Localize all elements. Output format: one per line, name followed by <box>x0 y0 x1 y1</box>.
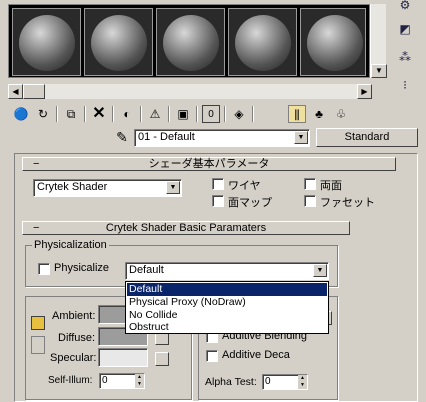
put-to-library-icon[interactable]: ⚠ <box>146 105 164 123</box>
physicalize-label: Physicalize <box>54 262 110 274</box>
show-map-icon[interactable]: ◈ <box>230 105 248 123</box>
material-toolbar: 🔵 ↻ ⧉ ✕ ◐ ⚠ ▣ 0 ◈ ⫼ ♣ ♧ <box>8 103 418 125</box>
collapse-minus-icon: − <box>33 158 40 170</box>
dropdown-option[interactable]: Obstruct <box>127 321 327 334</box>
chevron-down-icon[interactable]: ▼ <box>294 131 308 144</box>
scroll-thumb[interactable] <box>23 84 45 99</box>
slots-horizontal-scrollbar[interactable]: ◀ ▶ <box>8 84 372 99</box>
faceted-checkbox[interactable] <box>304 195 316 207</box>
additive-decal-label: Additive Deca <box>222 349 290 361</box>
toolbar-separator <box>168 106 170 122</box>
show-end-result-icon[interactable]: ⫼ <box>288 105 306 123</box>
dropdown-option[interactable]: Default <box>127 283 327 296</box>
face-map-label: 面マップ <box>228 197 272 209</box>
self-illum-label: Self-Illum: <box>48 375 93 386</box>
go-to-parent-icon[interactable]: ♣ <box>310 105 328 123</box>
scroll-down-arrow-icon[interactable]: ▼ <box>371 64 387 78</box>
scroll-left-arrow-icon[interactable]: ◀ <box>8 84 23 99</box>
shader-type-dropdown[interactable]: Crytek Shader ▼ <box>33 179 182 197</box>
sample-slot-4[interactable] <box>228 8 297 76</box>
toolbar-separator <box>84 106 86 122</box>
ambient-label: Ambient: <box>52 310 96 322</box>
material-name-combo[interactable]: 01 - Default ▼ <box>134 129 310 147</box>
slots-vertical-scrollbar[interactable]: ▼ <box>370 4 387 78</box>
alpha-test-value: 0 <box>265 376 271 387</box>
backlight-icon[interactable]: ◩ <box>396 20 414 38</box>
toolbar-separator <box>252 106 254 122</box>
alpha-test-spinner[interactable]: 0 ▲ ▼ <box>262 374 308 390</box>
collapse-minus-icon: − <box>33 222 40 234</box>
toolbar-separator <box>224 106 226 122</box>
crytek-basic-title: Crytek Shader Basic Paramaters <box>105 222 267 234</box>
lock-ambient-diffuse-icon[interactable] <box>31 316 45 330</box>
physicalization-dropdown-list: Default Physical Proxy (NoDraw) No Colli… <box>125 281 329 334</box>
specular-map-button[interactable] <box>155 352 169 366</box>
sample-sphere <box>163 15 219 71</box>
specular-color-swatch[interactable] <box>98 348 148 367</box>
sample-sphere <box>91 15 147 71</box>
physicalization-group-title: Physicalization <box>32 239 109 251</box>
sample-sphere <box>307 15 363 71</box>
background-icon[interactable]: ⁂ <box>396 48 414 66</box>
material-effects-channel-icon[interactable]: 0 <box>202 105 220 123</box>
toolbar-separator <box>196 106 198 122</box>
sample-sphere <box>235 15 291 71</box>
two-sided-label: 両面 <box>320 180 342 192</box>
wire-label: ワイヤ <box>228 180 261 192</box>
material-name-text: 01 - Default <box>138 131 195 143</box>
uv-tiling-icon[interactable]: ⁝ <box>396 76 414 94</box>
sample-type-icon[interactable]: ⚙ <box>396 0 414 14</box>
material-type-button[interactable]: Standard <box>316 128 418 147</box>
crytek-basic-rollout-header[interactable]: − Crytek Shader Basic Paramaters <box>22 221 350 235</box>
self-illum-spinner[interactable]: 0 ▲ ▼ <box>99 373 145 389</box>
shader-basic-rollout-header[interactable]: − シェーダ基本パラメータ <box>22 157 396 171</box>
sample-slot-1[interactable] <box>12 8 81 76</box>
physicalization-selected: Default <box>129 264 164 276</box>
two-sided-checkbox[interactable] <box>304 178 316 190</box>
sample-slot-2[interactable] <box>84 8 153 76</box>
sample-slot-5[interactable] <box>300 8 366 76</box>
shader-basic-title: シェーダ基本パラメータ <box>148 158 270 170</box>
wire-checkbox[interactable] <box>212 178 224 190</box>
spinner-arrows-icon[interactable]: ▲ ▼ <box>298 375 307 389</box>
face-map-checkbox[interactable] <box>212 195 224 207</box>
lock-diffuse-specular-icon[interactable] <box>31 336 45 354</box>
physicalize-checkbox[interactable] <box>38 263 50 275</box>
physicalization-dropdown[interactable]: Default ▼ <box>125 262 329 280</box>
make-unique-icon[interactable]: ◐ <box>118 105 136 123</box>
sample-slot-strip <box>8 4 370 78</box>
toolbar-separator <box>56 106 58 122</box>
toolbar-separator <box>112 106 114 122</box>
alpha-test-label: Alpha Test: <box>205 376 257 388</box>
reset-map-icon[interactable]: ✕ <box>90 105 108 123</box>
put-to-scene-icon[interactable]: ↻ <box>34 105 52 123</box>
assign-material-icon[interactable]: ⧉ <box>62 105 80 123</box>
dropdown-option[interactable]: Physical Proxy (NoDraw) <box>127 296 327 309</box>
additive-decal-checkbox[interactable] <box>206 350 218 362</box>
sample-slot-3[interactable] <box>156 8 225 76</box>
specular-label: Specular: <box>50 352 97 364</box>
spinner-arrows-icon[interactable]: ▲ ▼ <box>135 374 144 388</box>
pick-material-eyedropper-icon[interactable]: ✎ <box>112 128 132 146</box>
sample-sphere <box>19 15 75 71</box>
chevron-down-icon[interactable]: ▼ <box>313 264 327 277</box>
self-illum-value: 0 <box>102 375 108 386</box>
shader-type-value: Crytek Shader <box>37 181 108 193</box>
chevron-down-icon[interactable]: ▼ <box>166 181 180 194</box>
go-forward-sibling-icon[interactable]: ♧ <box>332 105 350 123</box>
get-material-icon[interactable]: 🔵 <box>12 105 30 123</box>
toolbar-separator <box>140 106 142 122</box>
diffuse-label: Diffuse: <box>58 332 96 344</box>
material-id-icon[interactable]: ▣ <box>174 105 192 123</box>
faceted-label: ファセット <box>320 197 375 209</box>
scroll-right-arrow-icon[interactable]: ▶ <box>357 84 372 99</box>
